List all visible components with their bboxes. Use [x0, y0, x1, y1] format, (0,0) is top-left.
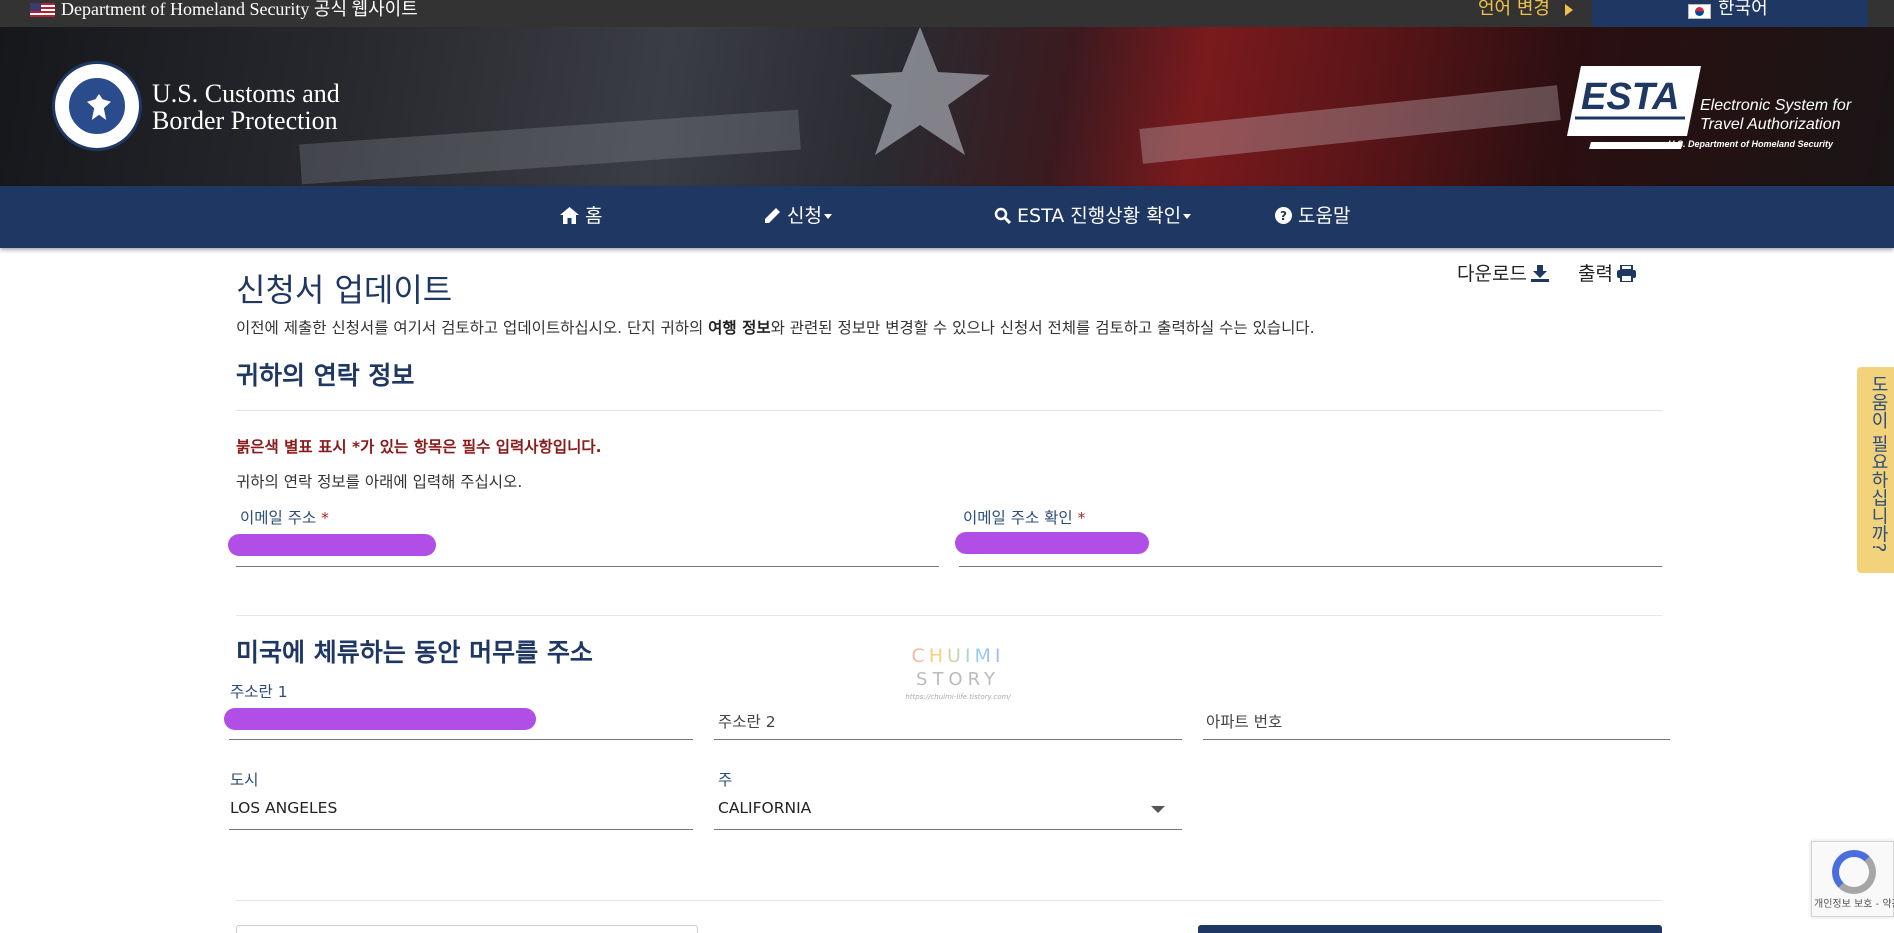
search-icon [994, 207, 1012, 225]
state-select[interactable] [714, 829, 1182, 830]
nav-home[interactable]: 홈 [560, 206, 602, 226]
watermark: CHUIMI STORY https://chuimi-life.tistory… [900, 645, 1016, 701]
recaptcha-badge[interactable]: 개인정보 보호 - 약관 [1811, 841, 1894, 917]
official-site-label: Department of Homeland Security 공식 웹사이트 [61, 0, 418, 19]
nav-check-status[interactable]: ESTA 진행상황 확인 [994, 206, 1192, 226]
state-label: 주 [718, 771, 733, 789]
download-icon [1530, 265, 1549, 282]
redaction-mark [224, 708, 536, 730]
chevron-down-icon [1183, 214, 1192, 219]
print-button[interactable]: 출력 [1578, 259, 1636, 286]
top-bar: Department of Homeland Security 공식 웹사이트 … [0, 0, 1894, 27]
email-field[interactable] [236, 566, 939, 567]
address-section-title: 미국에 체류하는 동안 머무를 주소 [236, 638, 593, 667]
svg-text:?: ? [1280, 209, 1287, 223]
esta-subtitle: U.S. Department of Homeland Security [1668, 139, 1834, 149]
apartment-field[interactable] [1203, 739, 1670, 740]
esta-logo[interactable]: ESTA [1567, 64, 1704, 149]
flag-stripe-decoration [299, 109, 801, 185]
download-button[interactable]: 다운로드 [1457, 259, 1549, 286]
divider [236, 900, 1662, 901]
nav-help[interactable]: ? 도움말 [1275, 206, 1350, 226]
current-language[interactable]: 한국어 [1718, 0, 1768, 18]
redaction-mark [228, 534, 436, 556]
pencil-icon [765, 208, 780, 223]
bottom-left-button[interactable] [236, 925, 698, 933]
eagle-icon [87, 94, 111, 120]
dhs-seal-logo[interactable] [52, 61, 142, 151]
intro-text: 이전에 제출한 신청서를 여기서 검토하고 업데이트하십시오. 단지 귀하의 여… [236, 319, 1315, 337]
state-value[interactable]: CALIFORNIA [718, 799, 811, 817]
city-field[interactable] [229, 829, 693, 830]
us-flag-icon [30, 3, 55, 17]
recaptcha-privacy-terms[interactable]: 개인정보 보호 - 약관 [1814, 895, 1894, 910]
address1-label: 주소란 1 [230, 683, 288, 701]
nav-apply[interactable]: 신청 [764, 206, 832, 226]
required-fields-note: 붉은색 별표 표시 *가 있는 항목은 필수 입력사항입니다. [236, 438, 602, 456]
question-circle-icon: ? [1275, 207, 1292, 224]
main-nav: 홈 신청 ESTA 진행상황 확인 ? 도움말 [0, 186, 1894, 248]
flag-stripe-decoration [1139, 85, 1561, 164]
email-confirm-field[interactable] [959, 566, 1662, 567]
korea-flag-icon [1688, 4, 1711, 19]
address2-field-placeholder[interactable]: 주소란 2 [718, 710, 776, 732]
esta-tagline: Electronic System for Travel Authorizati… [1700, 97, 1852, 133]
caret-right-icon [1565, 4, 1573, 16]
email-label: 이메일 주소 * [240, 509, 329, 527]
home-icon [560, 207, 579, 224]
help-side-tab[interactable]: 도움이 필요하십니까? [1857, 367, 1894, 573]
address1-field[interactable] [229, 739, 693, 740]
city-label: 도시 [230, 771, 259, 789]
contact-section-title: 귀하의 연락 정보 [236, 361, 415, 390]
divider [236, 615, 1662, 616]
redaction-mark [955, 532, 1149, 554]
divider [236, 410, 1662, 411]
agency-name[interactable]: U.S. Customs and Border Protection [152, 80, 340, 134]
printer-icon [1616, 264, 1636, 283]
apartment-field-placeholder[interactable]: 아파트 번호 [1206, 710, 1282, 732]
address2-field[interactable] [714, 739, 1182, 740]
dropdown-arrow-icon[interactable] [1151, 806, 1165, 813]
contact-instruction: 귀하의 연락 정보를 아래에 입력해 주십시오. [236, 473, 523, 491]
bottom-right-button[interactable] [1198, 925, 1662, 933]
flag-star-decoration [850, 27, 990, 155]
city-value[interactable]: LOS ANGELES [230, 799, 337, 817]
page-title: 신청서 업데이트 [236, 271, 453, 309]
esta-logo-text: ESTA [1581, 76, 1680, 118]
recaptcha-icon [1832, 850, 1876, 894]
email-confirm-label: 이메일 주소 확인 * [963, 509, 1086, 527]
language-change-link[interactable]: 언어 변경 [1478, 0, 1550, 18]
chevron-down-icon [823, 214, 832, 219]
